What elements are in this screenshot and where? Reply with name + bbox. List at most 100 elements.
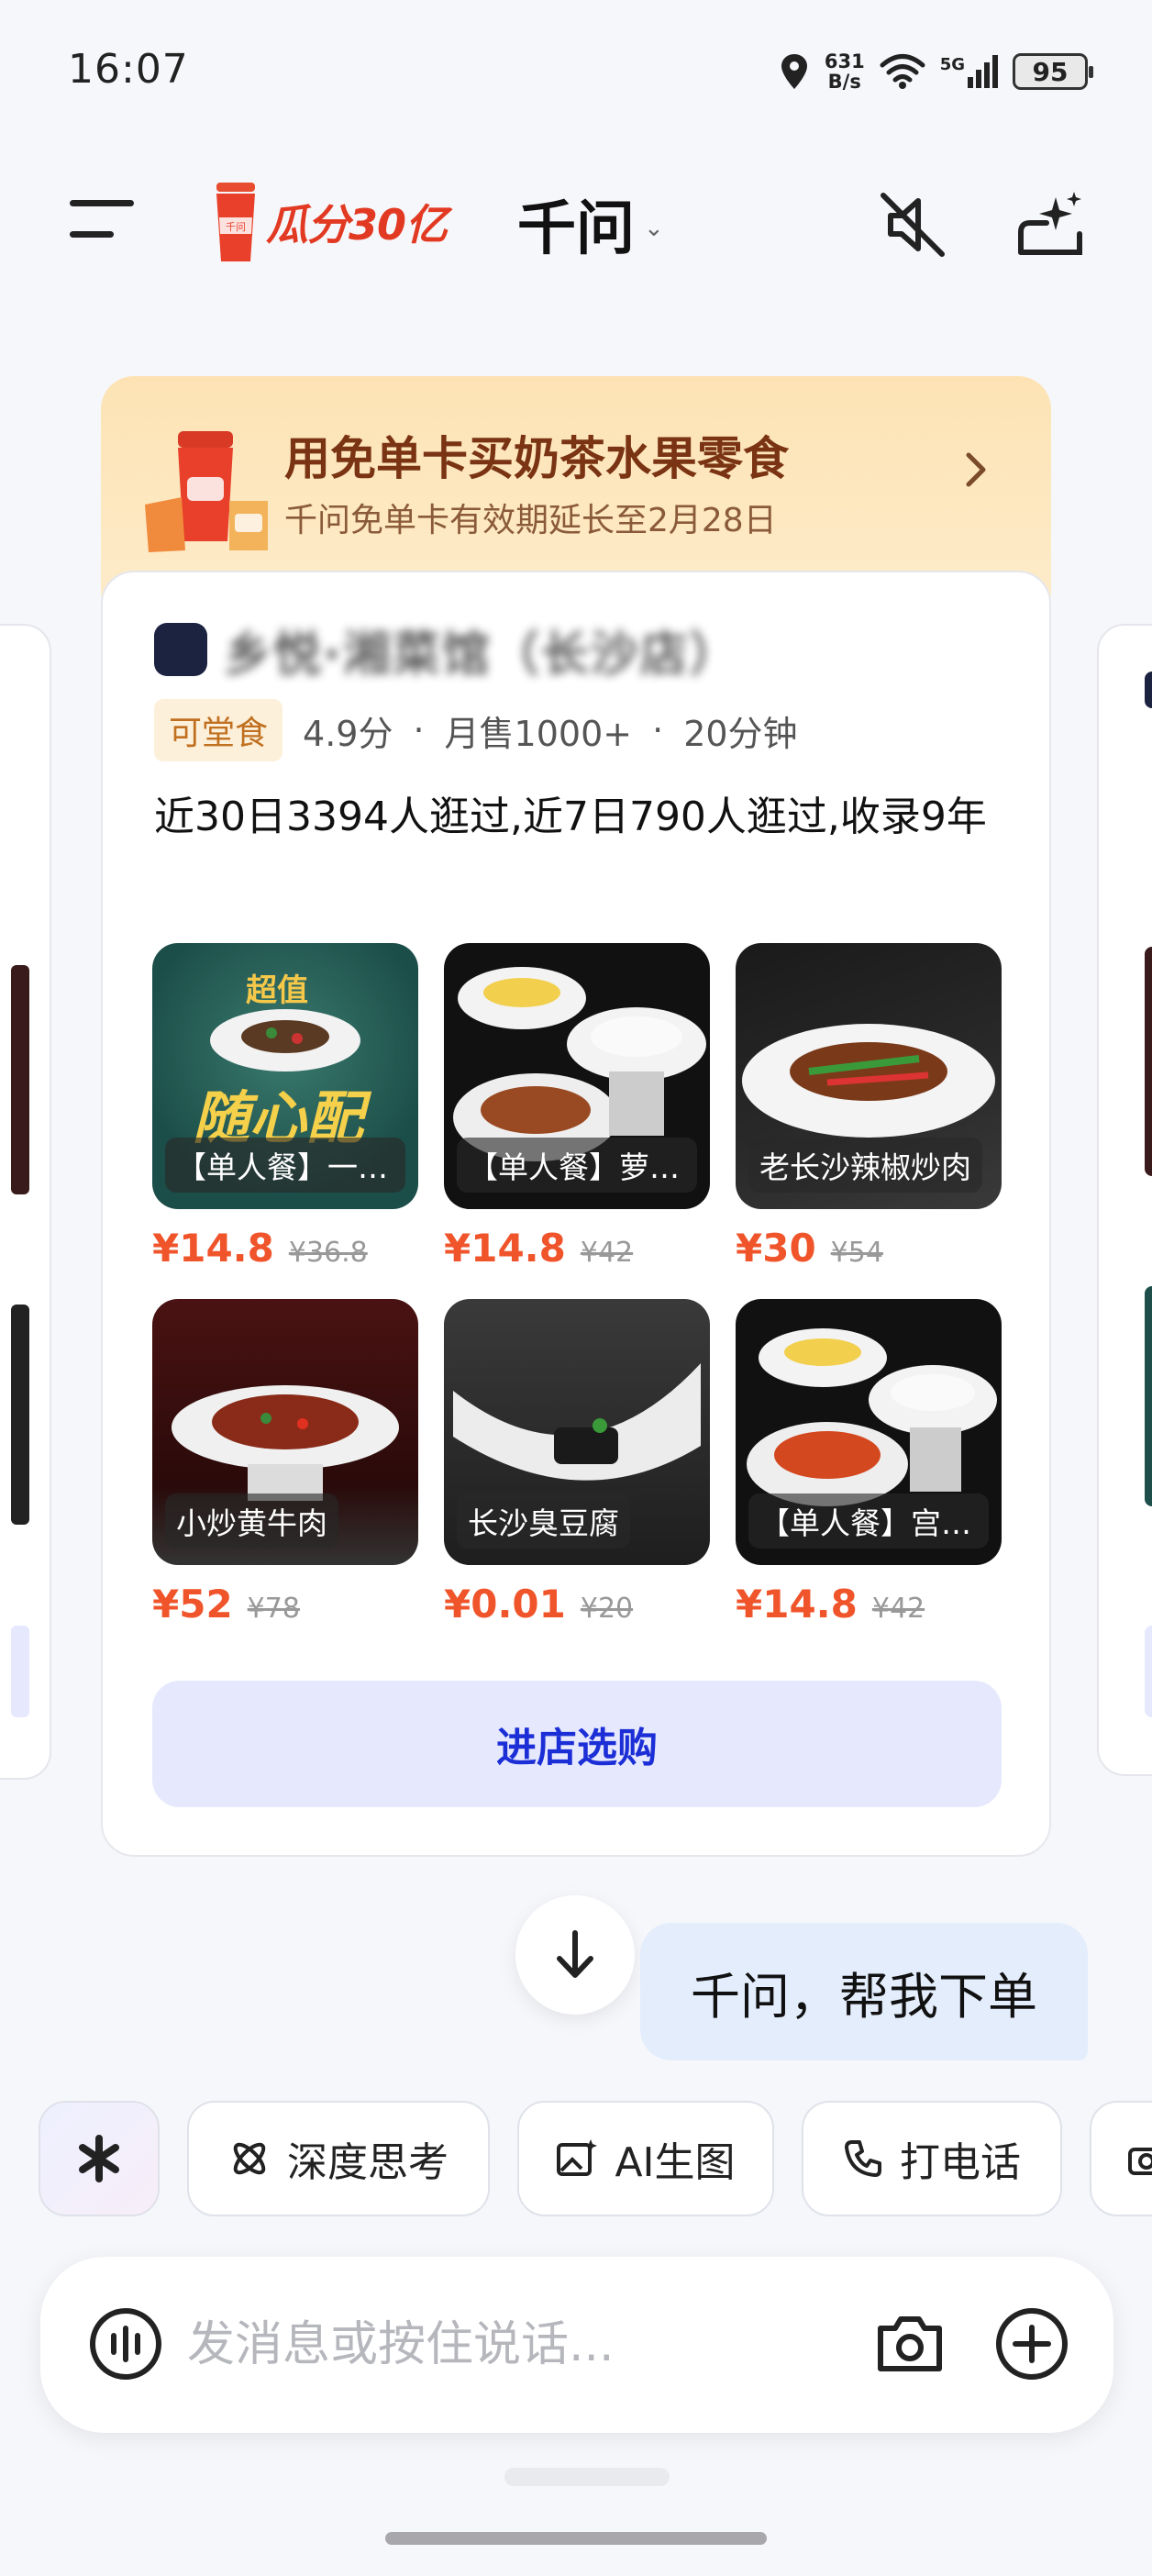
phone-icon <box>845 2140 881 2177</box>
product-card[interactable]: 【单人餐】萝卜干炒肉饭 ¥14.8 ¥42 <box>444 943 710 1271</box>
current-price: ¥14.8 <box>152 1226 274 1271</box>
visit-stats: 近30日3394人逛过,近7日790人逛过,收录9年 <box>154 794 987 840</box>
product-card[interactable]: 超值 随心配 【单人餐】一荤一素套餐 ¥14.8 ¥36.8 <box>152 943 418 1271</box>
product-price: ¥14.8 ¥42 <box>736 1582 1002 1627</box>
net-speed-value: 631 <box>824 50 865 72</box>
user-message-bubble: 千问，帮我下单 <box>640 1923 1088 2060</box>
milk-tea-cup-icon: 千问 <box>211 181 257 263</box>
phone-call-chip[interactable]: 打电话 <box>802 2101 1062 2216</box>
product-card[interactable]: 【单人餐】宫保鸡丁饭 ¥14.8 ¥42 <box>736 1299 1002 1627</box>
status-bar: 16:07 631 B/s 5G 95 <box>0 0 1152 138</box>
store-logo <box>154 623 207 676</box>
product-image: 【单人餐】宫保鸡丁饭 <box>736 1299 1002 1565</box>
original-price: ¥42 <box>871 1593 925 1625</box>
chevron-right-icon <box>966 452 986 487</box>
store-name: 乡悦·湘菜馆（长沙店） <box>224 627 739 683</box>
original-price: ¥20 <box>580 1593 634 1625</box>
chip-label: 打电话 <box>900 2139 1021 2186</box>
original-price: ¥42 <box>580 1237 634 1269</box>
arrow-down-icon <box>557 1930 593 1978</box>
new-chat-sparkle-icon[interactable] <box>1009 183 1091 266</box>
status-icons: 631 B/s 5G 95 <box>779 44 1093 99</box>
add-icon[interactable] <box>992 2304 1071 2383</box>
battery-indicator: 95 <box>1013 53 1093 90</box>
free-order-banner[interactable]: 用免单卡买奶茶水果零食 千问免单卡有效期延长至2月28日 <box>101 376 1051 596</box>
network-label: 5G <box>939 55 965 74</box>
product-image: 超值 随心配 【单人餐】一荤一素套餐 <box>152 943 418 1209</box>
product-name: 老长沙辣椒炒肉 <box>748 1138 982 1193</box>
voice-wave-icon[interactable] <box>86 2304 165 2383</box>
chip-label: AI生图 <box>615 2139 736 2186</box>
agent-chip[interactable] <box>39 2101 160 2216</box>
svg-text:千问: 千问 <box>226 221 246 233</box>
chip-label: 深度思考 <box>287 2139 449 2186</box>
product-card[interactable]: 长沙臭豆腐 ¥0.01 ¥20 <box>444 1299 710 1627</box>
banner-title: 用免单卡买奶茶水果零食 <box>284 432 789 485</box>
ai-image-chip[interactable]: AI生图 <box>517 2101 774 2216</box>
camera-icon[interactable] <box>875 2306 945 2380</box>
store-header[interactable]: 乡悦·湘菜馆（长沙店） <box>154 620 739 683</box>
image-sparkle-icon <box>557 2139 598 2176</box>
prev-store-card[interactable] <box>0 624 51 1780</box>
net-speed-unit: B/s <box>827 71 861 93</box>
app-header: 千问 瓜分30亿 千问 ⌄ <box>0 156 1152 284</box>
home-indicator[interactable] <box>385 2532 767 2545</box>
model-selector[interactable]: 千问 ⌄ <box>517 182 664 266</box>
camera-icon <box>1128 2148 1152 2175</box>
current-price: ¥14.8 <box>444 1226 566 1271</box>
app-screen: 16:07 631 B/s 5G 95 千问 瓜分30亿 千问 ⌄ 用免单卡买奶… <box>0 0 1152 2576</box>
product-card[interactable]: 小炒黄牛肉 ¥52 ¥78 <box>152 1299 418 1627</box>
product-image: 小炒黄牛肉 <box>152 1299 418 1565</box>
user-message-text: 千问，帮我下单 <box>691 1967 1037 2026</box>
dot-separator: · <box>652 710 664 750</box>
dish-plate-icon <box>210 1009 360 1071</box>
net-speed: 631 B/s <box>825 51 865 92</box>
mute-icon[interactable] <box>871 183 954 266</box>
disclaimer-placeholder <box>504 2468 670 2486</box>
product-image: 长沙臭豆腐 <box>444 1299 710 1565</box>
camera-chip[interactable] <box>1090 2101 1152 2216</box>
product-name: 【单人餐】萝卜干炒肉饭 <box>457 1138 697 1193</box>
original-price: ¥54 <box>830 1237 883 1269</box>
product-card[interactable]: 老长沙辣椒炒肉 ¥30 ¥54 <box>736 943 1002 1271</box>
current-price: ¥52 <box>152 1582 233 1627</box>
product-price: ¥0.01 ¥20 <box>444 1582 710 1627</box>
product-name: 【单人餐】宫保鸡丁饭 <box>748 1493 989 1549</box>
sparkle-asterisk-icon <box>79 2135 119 2182</box>
dot-separator: · <box>413 710 425 750</box>
current-price: ¥30 <box>736 1226 816 1271</box>
product-name: 长沙臭豆腐 <box>457 1493 630 1549</box>
page-title: 千问 <box>517 195 635 263</box>
quick-actions: 深度思考 AI生图 打电话 <box>0 2101 1152 2220</box>
banner-subtitle: 千问免单卡有效期延长至2月28日 <box>284 502 777 539</box>
current-price: ¥14.8 <box>736 1582 858 1627</box>
wifi-icon <box>880 54 925 89</box>
product-image: 老长沙辣椒炒肉 <box>736 943 1002 1209</box>
deep-think-chip[interactable]: 深度思考 <box>187 2101 490 2216</box>
store-sales: 月售1000+ <box>444 713 633 754</box>
current-price: ¥0.01 <box>444 1582 566 1627</box>
cell-signal-icon: 5G <box>940 55 998 88</box>
store-rating: 4.9分 <box>303 713 393 754</box>
store-meta: 可堂食 4.9分 · 月售1000+ · 20分钟 <box>154 699 798 761</box>
scroll-down-button[interactable] <box>515 1895 635 2015</box>
product-image: 【单人餐】萝卜干炒肉饭 <box>444 943 710 1209</box>
promo-badge[interactable]: 千问 瓜分30亿 <box>211 178 448 266</box>
message-input[interactable] <box>187 2303 829 2387</box>
original-price: ¥36.8 <box>288 1237 368 1269</box>
message-input-bar <box>40 2257 1113 2433</box>
next-store-card[interactable] <box>1097 624 1152 1776</box>
promo-text: 瓜分30亿 <box>266 200 448 250</box>
atom-icon <box>233 2142 266 2175</box>
delivery-time: 20分钟 <box>683 713 798 754</box>
product-name: 小炒黄牛肉 <box>165 1493 338 1549</box>
store-card: 乡悦·湘菜馆（长沙店） 可堂食 4.9分 · 月售1000+ · 20分钟 近3… <box>101 571 1051 1857</box>
product-price: ¥14.8 ¥36.8 <box>152 1226 418 1271</box>
product-name: 【单人餐】一荤一素套餐 <box>165 1138 405 1193</box>
enter-store-button[interactable]: 进店选购 <box>152 1681 1002 1807</box>
battery-level: 95 <box>1032 56 1069 87</box>
location-icon <box>781 54 807 89</box>
menu-icon[interactable] <box>70 198 136 242</box>
product-price: ¥52 ¥78 <box>152 1582 418 1627</box>
product-price: ¥30 ¥54 <box>736 1226 1002 1271</box>
